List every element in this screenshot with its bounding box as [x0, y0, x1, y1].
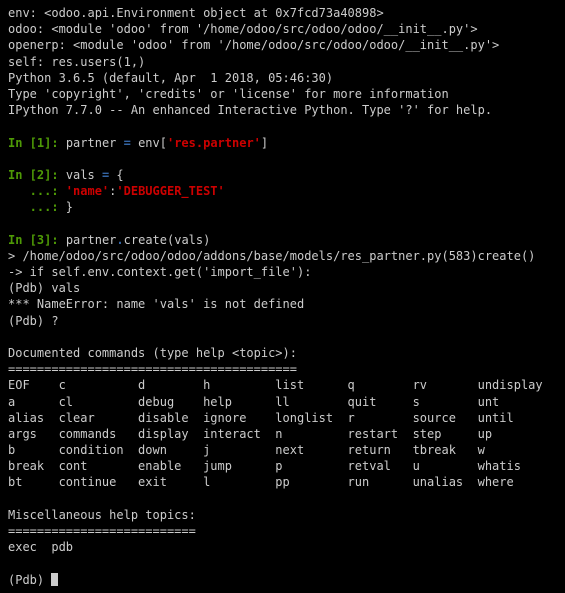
header-line: Type 'copyright', 'credits' or 'license'…	[8, 87, 449, 101]
pdb-trace: > /home/odoo/src/odoo/odoo/addons/base/m…	[8, 249, 535, 263]
cursor	[51, 573, 58, 586]
pdb-error: *** NameError: name 'vals' is not define…	[8, 297, 304, 311]
help-title: Documented commands (type help <topic>):	[8, 346, 297, 360]
code-text: create(vals)	[124, 233, 211, 247]
string-literal: 'res.partner'	[167, 136, 261, 150]
help-rule: ========================================	[8, 362, 297, 376]
pdb-arrow: -> if self.env.context.get('import_file'…	[8, 265, 311, 279]
code-text: partner	[66, 136, 124, 150]
header-line: env: <odoo.api.Environment object at 0x7…	[8, 6, 384, 20]
header-line: Python 3.6.5 (default, Apr 1 2018, 05:46…	[8, 71, 333, 85]
help-row: bt continue exit l pp run unalias where	[8, 475, 514, 489]
help-row: EOF c d h list q rv undisplay	[8, 378, 543, 392]
string-literal: 'name'	[66, 184, 109, 198]
header-line: IPython 7.7.0 -- An enhanced Interactive…	[8, 103, 492, 117]
header-line: openerp: <module 'odoo' from '/home/odoo…	[8, 38, 499, 52]
prompt-close: ]:	[44, 168, 66, 182]
prompt-cont: ...:	[8, 200, 66, 214]
prompt-close: ]:	[44, 233, 66, 247]
code-text: vals	[66, 168, 102, 182]
pdb-prompt[interactable]: (Pdb)	[8, 573, 51, 587]
prompt-in: In [	[8, 168, 37, 182]
misc-row: exec pdb	[8, 540, 73, 554]
help-row: b condition down j next return tbreak w	[8, 443, 485, 457]
prompt-in: In [	[8, 233, 37, 247]
code-text: env[	[131, 136, 167, 150]
pdb-prompt: (Pdb) vals	[8, 281, 80, 295]
pdb-prompt: (Pdb) ?	[8, 314, 59, 328]
header-line: odoo: <module 'odoo' from '/home/odoo/sr…	[8, 22, 478, 36]
code-text: {	[109, 168, 123, 182]
prompt-in: In [	[8, 136, 37, 150]
misc-title: Miscellaneous help topics:	[8, 508, 196, 522]
prompt-cont: ...:	[8, 184, 66, 198]
prompt-close: ]:	[44, 136, 66, 150]
code-text: partner	[66, 233, 117, 247]
operator: .	[116, 233, 123, 247]
help-row: break cont enable jump p retval u whatis	[8, 459, 521, 473]
terminal[interactable]: env: <odoo.api.Environment object at 0x7…	[8, 5, 557, 588]
help-row: a cl debug help ll quit s unt	[8, 395, 499, 409]
help-row: alias clear disable ignore longlist r so…	[8, 411, 514, 425]
help-row: args commands display interact n restart…	[8, 427, 492, 441]
operator: =	[124, 136, 131, 150]
misc-rule: ==========================	[8, 524, 196, 538]
code-text: }	[66, 200, 73, 214]
code-text: ]	[261, 136, 268, 150]
string-literal: 'DEBUGGER_TEST'	[116, 184, 224, 198]
header-line: self: res.users(1,)	[8, 55, 145, 69]
